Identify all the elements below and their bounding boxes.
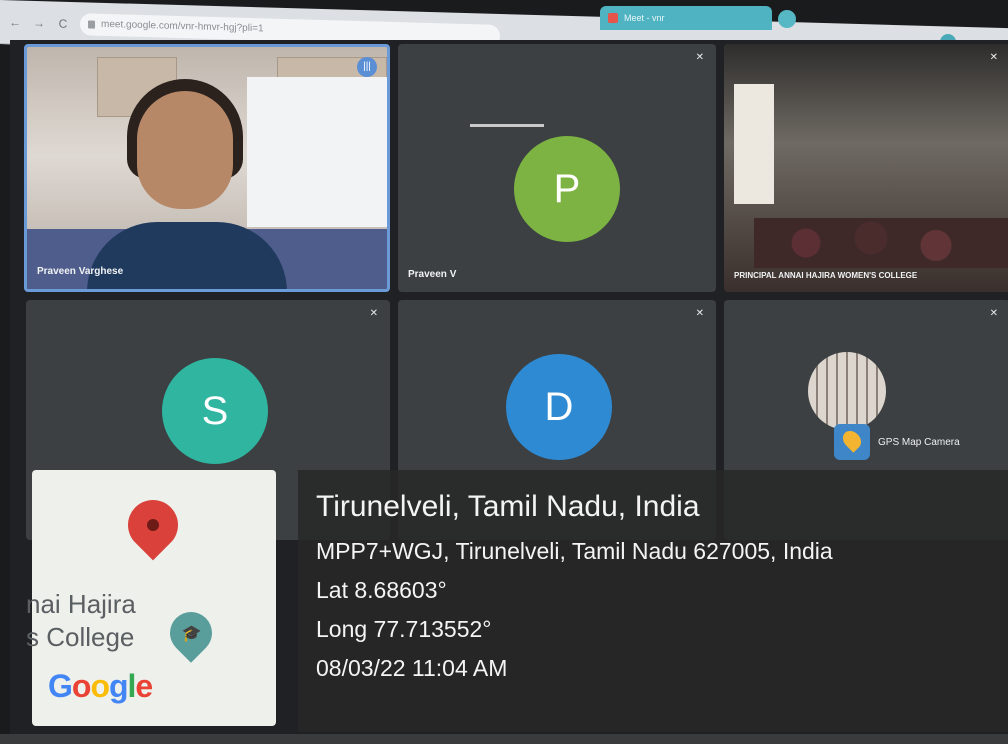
video-feed-person bbox=[137, 91, 233, 209]
datetime: 08/03/22 11:04 AM bbox=[316, 655, 508, 681]
latitude: Lat 8.68603° bbox=[316, 577, 447, 603]
video-feed-window bbox=[734, 84, 774, 204]
participant-tile-2[interactable]: P ✕ Praveen V bbox=[398, 44, 716, 292]
gps-info-panel: Tirunelveli, Tamil Nadu, India MPP7+WGJ,… bbox=[298, 470, 1008, 732]
google-logo: Google bbox=[48, 668, 153, 705]
reload-icon[interactable]: C bbox=[56, 16, 70, 30]
participant-tile-3[interactable]: ✕ PRINCIPAL ANNAI HAJIRA WOMEN'S COLLEGE bbox=[724, 44, 1008, 292]
browser-tab-meet[interactable]: Meet - vnr bbox=[600, 6, 772, 30]
participant-avatar: P bbox=[514, 136, 620, 242]
education-pin-icon: 🎓 bbox=[161, 603, 221, 663]
mic-off-icon: ✕ bbox=[369, 308, 378, 319]
video-feed-audience bbox=[754, 218, 1008, 268]
gps-app-name: GPS Map Camera bbox=[878, 436, 960, 448]
video-feed-window bbox=[247, 77, 387, 227]
forward-icon[interactable]: → bbox=[32, 15, 46, 29]
back-icon[interactable]: ← bbox=[8, 15, 22, 29]
address-text: meet.google.com/vnr-hmvr-hgj?pli=1 bbox=[101, 18, 264, 35]
gps-map-camera-badge: GPS Map Camera bbox=[834, 424, 960, 460]
google-logo-letter: g bbox=[108, 668, 129, 704]
address-line: MPP7+WGJ, Tirunelveli, Tamil Nadu 627005… bbox=[316, 538, 833, 564]
meet-favicon-icon bbox=[608, 13, 618, 23]
participant-avatar: D bbox=[506, 354, 612, 460]
location-title: Tirunelveli, Tamil Nadu, India bbox=[316, 490, 700, 523]
participant-name: Praveen Varghese bbox=[37, 266, 124, 277]
longitude: Long 77.713552° bbox=[316, 616, 492, 642]
map-place-label: nai Hajira s College bbox=[26, 589, 136, 652]
mic-off-icon: ✕ bbox=[989, 52, 998, 63]
participant-avatar: S bbox=[162, 358, 268, 464]
map-thumbnail: nai Hajira s College 🎓 Google bbox=[26, 470, 276, 726]
mic-off-icon: ✕ bbox=[695, 308, 704, 319]
new-tab-button[interactable] bbox=[778, 10, 796, 28]
map-pin-icon bbox=[117, 489, 189, 561]
lock-icon bbox=[88, 19, 95, 29]
participant-tile-1[interactable]: ||| Praveen Varghese bbox=[24, 44, 390, 292]
google-logo-letter: o bbox=[90, 668, 110, 704]
google-logo-letter: o bbox=[71, 668, 92, 704]
bottom-control-bar bbox=[0, 734, 1008, 744]
google-logo-letter: e bbox=[135, 668, 153, 704]
google-logo-letter: G bbox=[48, 668, 73, 704]
mic-off-icon: ✕ bbox=[989, 308, 998, 319]
tab-title: Meet - vnr bbox=[624, 13, 665, 23]
participant-avatar bbox=[808, 352, 886, 430]
decorative-line bbox=[470, 124, 544, 127]
participant-name: Praveen V bbox=[408, 269, 457, 280]
speaking-indicator-icon: ||| bbox=[357, 57, 377, 77]
participant-name: PRINCIPAL ANNAI HAJIRA WOMEN'S COLLEGE bbox=[734, 271, 918, 280]
gps-map-camera-icon bbox=[834, 424, 870, 460]
mic-off-icon: ✕ bbox=[695, 52, 704, 63]
